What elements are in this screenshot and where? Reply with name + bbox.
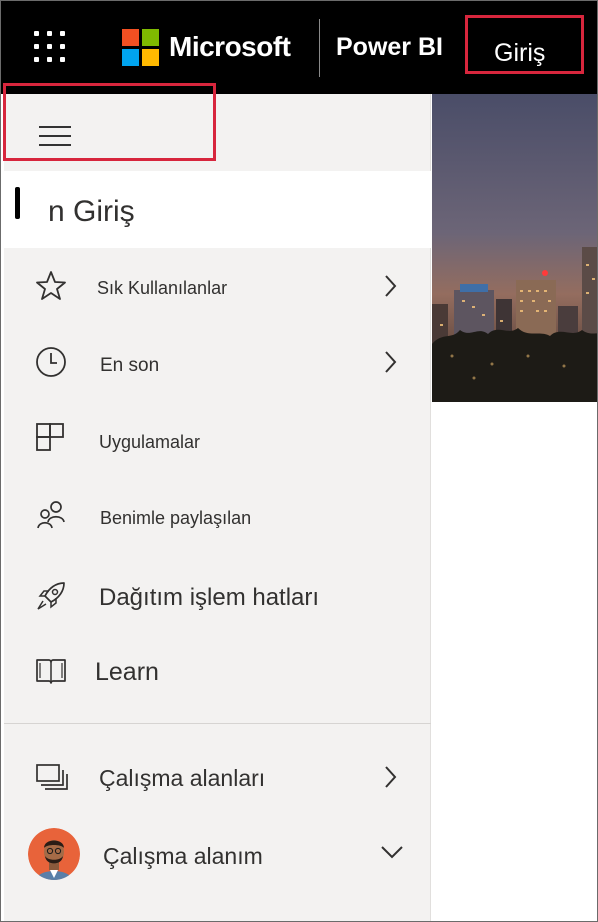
city-skyline-image [432, 94, 597, 402]
nav-item-favorites[interactable]: Sık Kullanılanlar [4, 257, 431, 317]
nav-item-apps[interactable]: Uygulamalar [4, 409, 431, 469]
microsoft-brand-label: Microsoft [169, 31, 291, 62]
nav-item-label: Çalışma alanları [99, 765, 266, 791]
nav-item-learn[interactable]: Learn [4, 642, 431, 702]
chevron-right-icon[interactable] [379, 273, 401, 299]
shared-people-icon [37, 501, 65, 529]
nav-item-label: En son [100, 355, 160, 376]
topbar-divider [319, 19, 320, 77]
nav-item-label: Learn [95, 658, 159, 686]
nav-item-label: Sık Kullanılanlar [97, 278, 228, 298]
home-highlight-box [3, 83, 216, 161]
breadcrumb-home[interactable]: Giriş [465, 15, 584, 74]
nav-item-home-label: n Giriş [48, 195, 135, 228]
nav-item-workspaces[interactable]: Çalışma alanları [4, 748, 431, 808]
app-name[interactable]: Power BI [336, 33, 443, 62]
chevron-right-icon[interactable] [379, 764, 401, 790]
rocket-icon [37, 582, 65, 610]
nav-item-deployment-pipelines[interactable]: Dağıtım işlem hatları [4, 567, 431, 627]
star-icon [36, 271, 66, 300]
workspaces-icon [36, 764, 68, 790]
clock-icon [36, 347, 66, 377]
nav-item-label: Dağıtım işlem hatları [99, 584, 320, 611]
nav-item-home[interactable]: n Giriş [4, 171, 431, 248]
avatar [28, 828, 80, 880]
selected-indicator [15, 187, 20, 219]
chevron-down-icon[interactable] [380, 844, 404, 860]
book-icon [36, 659, 66, 684]
content-area [432, 402, 597, 921]
nav-item-shared-with-me[interactable]: Benimle paylaşılan [4, 485, 431, 545]
chevron-right-icon[interactable] [379, 349, 401, 375]
nav-item-label: Çalışma alanım [103, 843, 263, 869]
navigation-pane: n Giriş Sık Kullanılanlar En son Uygulam… [4, 94, 431, 921]
nav-item-label: Uygulamalar [99, 432, 201, 452]
microsoft-logo-icon [122, 29, 159, 66]
app-launcher-icon[interactable] [34, 31, 68, 65]
apps-icon [36, 423, 64, 451]
nav-item-recent[interactable]: En son [4, 333, 431, 393]
app-window: Microsoft Power BI Giriş n Giriş Sık Kul… [0, 0, 598, 922]
nav-item-label: Benimle paylaşılan [100, 508, 252, 528]
nav-divider [4, 723, 431, 724]
top-bar: Microsoft Power BI Giriş [1, 1, 597, 94]
